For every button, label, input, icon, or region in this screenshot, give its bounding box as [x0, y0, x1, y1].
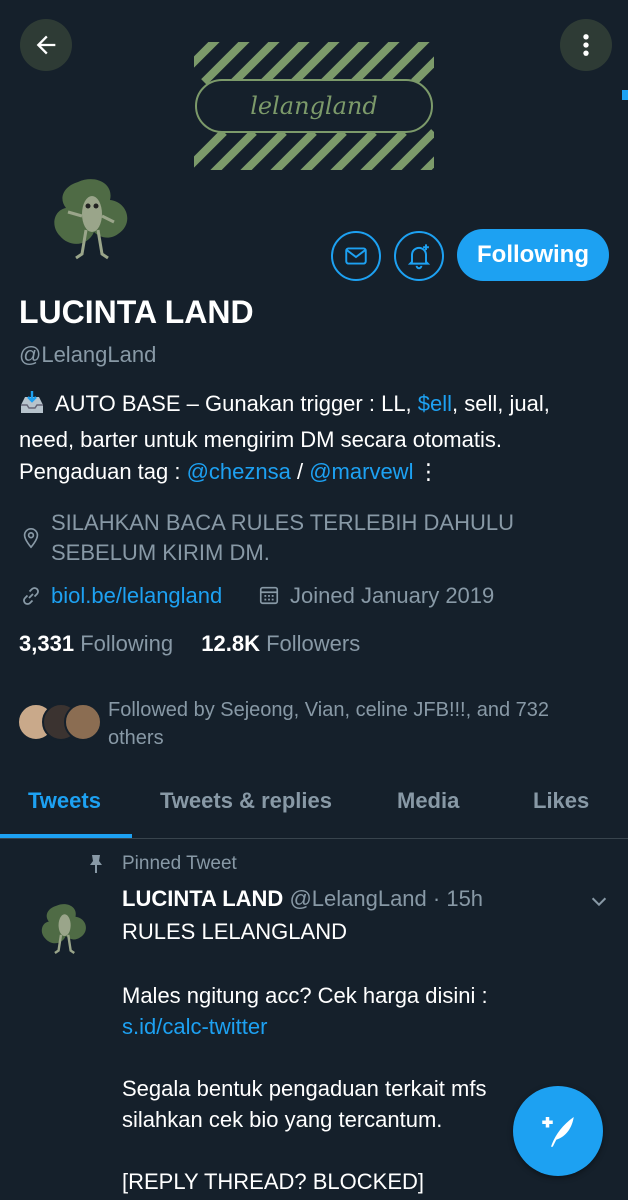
tweet-text-line: silahkan cek bio yang tercantum.: [122, 1107, 443, 1132]
tweet-author[interactable]: LUCINTA LAND: [122, 886, 283, 911]
tweet-link[interactable]: s.id/calc-twitter: [122, 1011, 267, 1042]
banner-text: lelangland: [250, 92, 378, 120]
envelope-icon: [345, 247, 367, 265]
more-vertical-icon: [583, 34, 589, 56]
calendar-icon: [258, 584, 280, 611]
followers-count: 12.8K: [201, 631, 260, 656]
message-button[interactable]: [331, 231, 381, 281]
tweet-text-line: Males ngitung acc? Cek harga disini :: [122, 983, 488, 1008]
tab-media[interactable]: Media: [397, 788, 459, 814]
following-count: 3,331: [19, 631, 75, 656]
tweet-text-line: [REPLY THREAD? BLOCKED]: [122, 1169, 424, 1194]
chevron-down-icon[interactable]: [588, 890, 610, 917]
compose-tweet-button[interactable]: [513, 1086, 603, 1176]
scroll-indicator: [622, 90, 628, 100]
link-icon: [19, 584, 43, 613]
tweet-text-line: RULES LELANGLAND: [122, 919, 347, 944]
pin-icon: [88, 854, 104, 879]
tab-tweets-replies[interactable]: Tweets & replies: [160, 788, 332, 814]
following-button[interactable]: Following: [457, 229, 609, 281]
location-icon: [20, 526, 42, 555]
followers-stat[interactable]: 12.8K Followers: [201, 631, 360, 656]
notifications-button[interactable]: [394, 231, 444, 281]
avatar[interactable]: [48, 176, 134, 268]
back-button[interactable]: [20, 19, 72, 71]
following-stat[interactable]: 3,331 Following: [19, 631, 173, 656]
follower-avatar: [64, 703, 102, 741]
bio-mention-link[interactable]: @marvewl: [309, 459, 413, 484]
tabs-divider: [0, 838, 628, 839]
followers-label: Followers: [266, 631, 361, 656]
more-options-button[interactable]: [560, 19, 612, 71]
ellipsis-vertical-icon: ⋮: [417, 459, 440, 484]
banner-logo: lelangland: [194, 42, 434, 170]
arrow-left-icon: [36, 35, 56, 55]
bio-cashtag-link[interactable]: $ell: [418, 391, 452, 416]
profile-website-link[interactable]: biol.be/lelangland: [51, 583, 222, 609]
tweet-text-line: Segala bentuk pengaduan terkait mfs: [122, 1076, 487, 1101]
following-label: Following: [80, 631, 174, 656]
tweet-avatar[interactable]: [38, 896, 90, 964]
profile-joined-date: Joined January 2019: [290, 583, 495, 608]
tab-tweets[interactable]: Tweets: [28, 788, 101, 814]
profile-bio: AUTO BASE – Gunakan trigger : LL, $ell, …: [19, 388, 609, 488]
tweet-handle-time: @LelangLand · 15h: [289, 886, 484, 911]
tweet-header: LUCINTA LAND @LelangLand · 15h: [122, 886, 483, 912]
profile-handle: @LelangLand: [19, 342, 157, 367]
inbox-tray-icon: [19, 391, 45, 424]
bio-text: AUTO BASE – Gunakan trigger : LL,: [55, 391, 418, 416]
pinned-label: Pinned Tweet: [122, 853, 237, 874]
profile-stats: 3,331 Following 12.8K Followers: [19, 631, 360, 657]
bio-separator: /: [290, 459, 310, 484]
bio-mention-link[interactable]: @cheznsa: [187, 459, 291, 484]
followed-by-text[interactable]: Followed by Sejeong, Vian, celine JFB!!!…: [108, 696, 588, 752]
feather-plus-icon: [542, 1117, 574, 1147]
tab-likes[interactable]: Likes: [533, 788, 589, 814]
profile-location: SILAHKAN BACA RULES TERLEBIH DAHULU SEBE…: [51, 510, 514, 565]
bell-plus-icon: [407, 244, 431, 270]
profile-name: LUCINTA LAND: [19, 294, 254, 330]
